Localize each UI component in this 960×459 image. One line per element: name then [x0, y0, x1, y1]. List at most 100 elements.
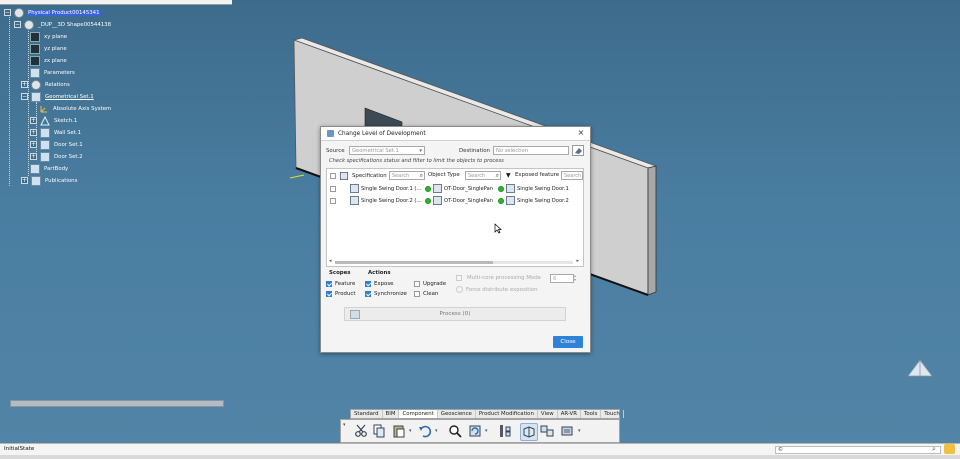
tree-item-zx-plane[interactable]: zx plane	[30, 55, 68, 66]
checkbox-box[interactable]	[365, 281, 371, 287]
notification-icon[interactable]	[944, 444, 955, 454]
tab-component[interactable]: Component	[399, 410, 438, 418]
chevron-down-icon[interactable]: ▾	[485, 428, 488, 434]
tree-item-3d-shape[interactable]: − _DUP__3D Shape00544138	[14, 19, 112, 30]
zoom-icon[interactable]	[447, 423, 463, 439]
collapse-toolbar-icon[interactable]: ▾	[343, 422, 346, 428]
door-set-icon	[40, 151, 50, 162]
door-icon	[506, 184, 515, 193]
action-upgrade-checkbox[interactable]: Upgrade	[414, 281, 446, 287]
expand-icon[interactable]: +	[21, 81, 28, 88]
object-type-icon	[433, 184, 442, 193]
tree-item-axis-system[interactable]: Absolute Axis System	[39, 103, 112, 114]
checkbox-box[interactable]	[326, 281, 332, 287]
object-type-search[interactable]: Search ⌕	[465, 171, 501, 180]
tab-standard[interactable]: Standard	[351, 410, 383, 418]
dialog-title-bar[interactable]: Change Level of Development	[321, 127, 590, 141]
plane-icon	[30, 43, 40, 54]
multicore-checkbox[interactable]: Multi-core processing Mode	[456, 275, 541, 281]
tree-item-sketch[interactable]: + Sketch.1	[30, 115, 78, 126]
process-button[interactable]: Process (0)	[344, 307, 566, 321]
tree-item-partbody[interactable]: PartBody	[30, 163, 69, 174]
table-horizontal-scrollbar[interactable]: ◂ ▸	[329, 258, 579, 265]
destination-field[interactable]: No selection	[493, 146, 569, 155]
tab-view[interactable]: View	[538, 410, 558, 418]
scope-feature-checkbox[interactable]: Feature	[326, 281, 355, 287]
tree-item-yz-plane[interactable]: yz plane	[30, 43, 68, 54]
process-icon	[350, 310, 360, 319]
select-all-checkbox[interactable]	[330, 172, 336, 179]
chevron-down-icon[interactable]: ▾	[435, 428, 438, 434]
cut-icon[interactable]	[353, 423, 369, 439]
dialog-close-icon[interactable]: ×	[576, 128, 586, 138]
expand-icon[interactable]: +	[21, 177, 28, 184]
exposed-feature-search[interactable]: Search	[561, 171, 583, 180]
tab-geoscience[interactable]: Geoscience	[438, 410, 476, 418]
copy-icon[interactable]	[371, 423, 387, 439]
action-clean-checkbox[interactable]: Clean	[414, 291, 438, 297]
tree-item-parameters[interactable]: Parameters	[30, 67, 76, 78]
tab-touch[interactable]: Touch	[601, 410, 624, 418]
command-input[interactable]: ©	[775, 446, 941, 454]
change-lod-icon[interactable]	[520, 423, 538, 441]
template-icon[interactable]	[559, 423, 575, 439]
action-expose-checkbox[interactable]: Expose	[365, 281, 393, 287]
checkbox-box[interactable]	[414, 281, 420, 287]
collapse-icon[interactable]: −	[14, 21, 21, 28]
close-button[interactable]: Close	[553, 336, 583, 348]
tree-connector	[9, 14, 10, 186]
sensor-icon[interactable]	[497, 423, 513, 439]
specification-search[interactable]: Search ⌕	[389, 171, 425, 180]
collapse-icon[interactable]: −	[21, 93, 28, 100]
tree-item-relations[interactable]: + Relations	[21, 79, 71, 90]
expand-icon[interactable]: +	[30, 141, 37, 148]
dialog-title: Change Level of Development	[338, 130, 426, 137]
axis-marker	[290, 174, 305, 179]
expand-icon[interactable]: +	[30, 117, 37, 124]
compass-icon[interactable]	[902, 358, 938, 382]
tree-item-door-set-1[interactable]: + Door Set.1	[30, 139, 84, 150]
tab-tools[interactable]: Tools	[581, 410, 602, 418]
tab-ar-vr[interactable]: AR-VR	[558, 410, 581, 418]
component-tools-icon[interactable]	[539, 423, 555, 439]
table-row[interactable]: Single Swing Door.1 (... OT-Door_SingleP…	[330, 183, 569, 194]
scope-product-checkbox[interactable]: Product	[326, 291, 355, 297]
paste-icon[interactable]	[391, 423, 407, 439]
action-synchronize-checkbox[interactable]: Synchronize	[365, 291, 407, 297]
update-icon[interactable]	[467, 423, 483, 439]
tree-item-xy-plane[interactable]: xy plane	[30, 31, 68, 42]
filter-icon[interactable]: ▼	[506, 172, 511, 179]
search-icon[interactable]: ⌕	[932, 445, 936, 454]
row-checkbox[interactable]	[330, 185, 336, 192]
row-object-type: OT-Door_SinglePan	[444, 185, 494, 192]
multicore-spinner[interactable]: 6	[550, 274, 574, 283]
radio-icon	[456, 286, 463, 293]
tab-bim[interactable]: BIM	[383, 410, 400, 418]
scroll-right-icon[interactable]: ▸	[576, 258, 579, 264]
tree-item-door-set-2[interactable]: + Door Set.2	[30, 151, 84, 162]
chevron-down-icon[interactable]: ▾	[578, 428, 581, 434]
source-dropdown[interactable]: Geometrical Set.1 ▾	[349, 146, 425, 155]
scroll-thumb[interactable]	[335, 261, 493, 264]
collapse-icon[interactable]: −	[4, 9, 11, 16]
row-checkbox[interactable]	[330, 197, 336, 204]
eraser-icon[interactable]	[572, 145, 584, 156]
undo-icon[interactable]	[417, 423, 433, 439]
tree-item-root[interactable]: − Physical Product00145341	[4, 7, 101, 18]
viewport-scrollbar[interactable]	[10, 400, 224, 407]
spinner-arrows-icon[interactable]: ▴ ▾	[574, 274, 576, 282]
checkbox-box[interactable]	[414, 291, 420, 297]
tab-product-modification[interactable]: Product Modification	[476, 410, 538, 418]
checkbox-box[interactable]	[365, 291, 371, 297]
objects-panel: Specification Search ⌕ Object Type Searc…	[326, 168, 584, 267]
expand-icon[interactable]: +	[30, 129, 37, 136]
scroll-left-icon[interactable]: ◂	[329, 258, 332, 264]
expand-icon[interactable]: +	[30, 153, 37, 160]
tree-item-wall-set[interactable]: + Wall Set.1	[30, 127, 82, 138]
tree-item-geometrical-set[interactable]: − Geometrical Set.1	[21, 91, 95, 102]
checkbox-box[interactable]	[326, 291, 332, 297]
checkbox-box[interactable]	[456, 275, 462, 281]
table-row[interactable]: Single Swing Door.2 (... OT-Door_SingleP…	[330, 195, 569, 206]
chevron-down-icon[interactable]: ▾	[409, 428, 412, 434]
tree-item-publications[interactable]: + Publications	[21, 175, 78, 186]
